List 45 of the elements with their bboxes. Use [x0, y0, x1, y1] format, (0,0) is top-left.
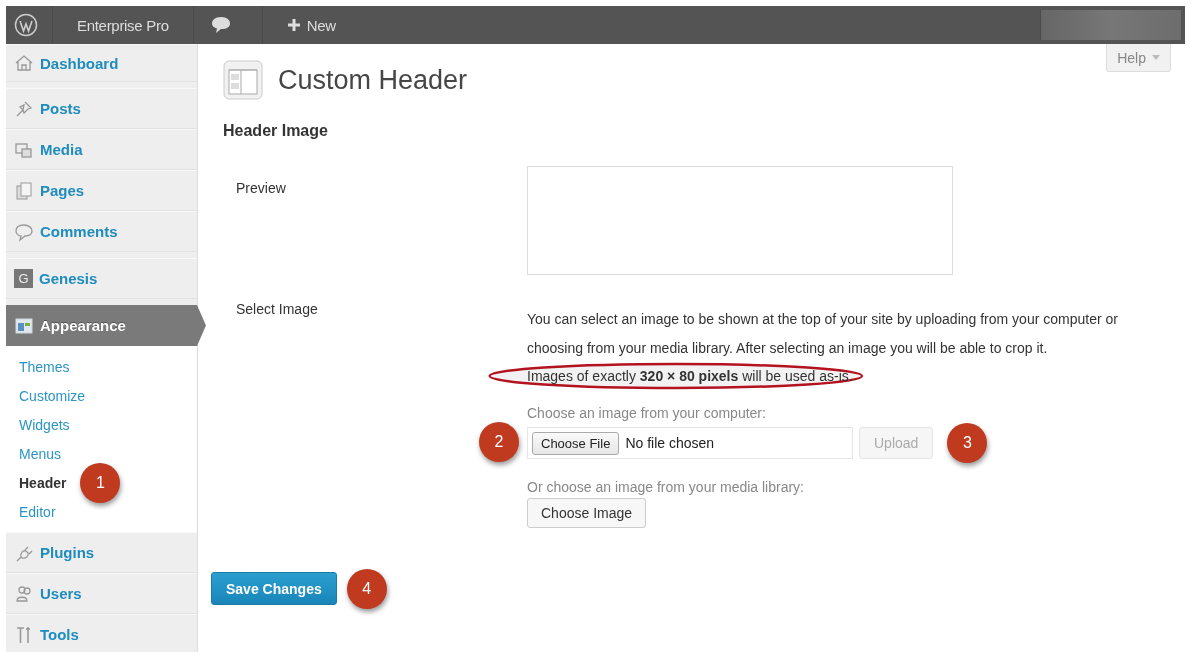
annotation-badge: 4 — [346, 568, 387, 609]
note-text: Images of exactly 320 × 80 pixels will be used as-is. — [527, 368, 853, 384]
annotation-badge: 1 — [80, 462, 121, 503]
help-tab[interactable]: Help — [1106, 44, 1171, 72]
site-name-link[interactable]: Enterprise Pro — [53, 6, 194, 44]
submenu-item[interactable]: Widgets — [19, 416, 70, 433]
upload-label: Choose an image from your computer: — [527, 405, 767, 421]
speech-bubble-icon — [14, 221, 34, 242]
appearance-icon — [14, 315, 34, 336]
menu-item[interactable]: Comments — [6, 211, 197, 252]
house-icon — [14, 53, 34, 73]
section-title: Header Image — [223, 122, 329, 140]
description-text: You can select an image to be shown at the top of your site by uploading from your computer or choosing from your media library. After selecting an image you will be able to crop it. — [527, 310, 1119, 358]
library-label: Or choose an image from your media library: — [527, 479, 805, 495]
dropdown-triangle-icon — [1152, 55, 1160, 60]
choose-image-button[interactable]: Choose Image — [527, 498, 647, 528]
menu-item[interactable]: Media — [6, 129, 197, 170]
menu-item[interactable]: Plugins — [6, 532, 197, 573]
file-status-text: No file chosen — [625, 435, 715, 451]
header-layout-icon — [223, 60, 263, 100]
menu-item[interactable]: Appearance — [6, 305, 206, 346]
field-label: Select Image — [235, 300, 319, 317]
submenu-item[interactable]: Menus — [19, 445, 62, 462]
pages-icon — [14, 180, 34, 201]
submenu-item[interactable]: Customize — [19, 387, 86, 404]
plus-icon — [286, 18, 301, 32]
menu-item[interactable]: Tools — [6, 614, 197, 652]
submenu-item[interactable]: Header — [19, 474, 67, 491]
file-input[interactable]: Choose File No file chosen — [527, 427, 853, 459]
save-changes-button[interactable]: Save Changes — [211, 572, 337, 605]
menu-item[interactable]: Users — [6, 573, 197, 614]
menu-item[interactable]: Posts — [6, 88, 197, 129]
menu-item[interactable]: Pages — [6, 170, 197, 211]
field-label: Preview — [235, 179, 287, 196]
users-icon — [14, 583, 34, 604]
menu-item[interactable]: G Genesis — [6, 258, 197, 299]
menu-item[interactable]: Dashboard — [6, 44, 197, 82]
new-content-link[interactable]: New — [262, 6, 360, 44]
submenu-item[interactable]: Themes — [19, 358, 70, 375]
choose-file-button[interactable]: Choose File — [532, 431, 620, 455]
annotation-badge: 3 — [947, 423, 988, 463]
annotation-badge: 2 — [479, 422, 519, 462]
genesis-logo-icon: G — [14, 269, 33, 288]
page-title: Custom Header — [278, 64, 468, 96]
submenu-item[interactable]: Editor — [19, 503, 56, 520]
